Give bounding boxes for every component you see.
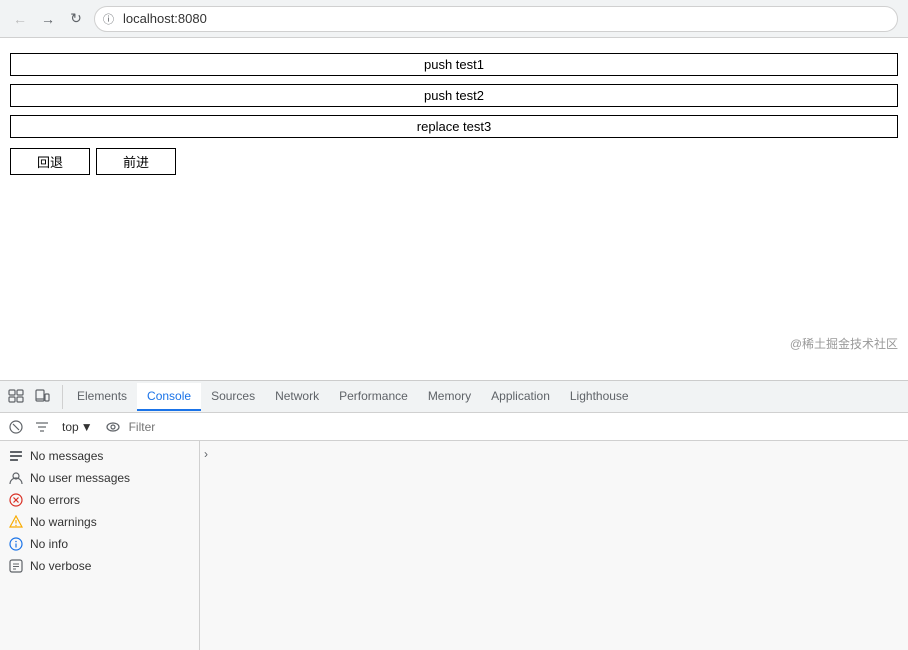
forward-button[interactable]: → bbox=[38, 9, 58, 29]
tab-console[interactable]: Console bbox=[137, 383, 201, 411]
sidebar-item-warnings-label: No warnings bbox=[30, 515, 97, 529]
tab-elements[interactable]: Elements bbox=[67, 383, 137, 411]
inspect-element-button[interactable] bbox=[4, 385, 28, 409]
sidebar-item-errors[interactable]: No errors bbox=[0, 489, 199, 511]
push-test2-button[interactable]: push test2 bbox=[10, 84, 898, 107]
back-button[interactable]: ← bbox=[10, 9, 30, 29]
sidebar-item-errors-label: No errors bbox=[30, 493, 80, 507]
console-toolbar: top ▼ bbox=[0, 413, 908, 441]
console-prompt-icon[interactable]: › bbox=[204, 447, 208, 461]
device-toolbar-button[interactable] bbox=[30, 385, 54, 409]
context-label: top bbox=[62, 420, 79, 434]
push-test1-button[interactable]: push test1 bbox=[10, 53, 898, 76]
watermark: @稀土掘金技术社区 bbox=[790, 335, 898, 352]
secure-icon: ⓘ bbox=[103, 11, 114, 27]
refresh-button[interactable]: ↻ bbox=[66, 9, 86, 29]
sidebar-item-messages-label: No messages bbox=[30, 449, 103, 463]
filter-input[interactable] bbox=[129, 420, 902, 434]
tab-memory[interactable]: Memory bbox=[418, 383, 481, 411]
sidebar-item-info-label: No info bbox=[30, 537, 68, 551]
messages-icon bbox=[8, 448, 24, 464]
eye-icon-button[interactable] bbox=[103, 417, 123, 437]
browser-chrome: ← → ↻ ⓘ localhost:8080 bbox=[0, 0, 908, 38]
console-sidebar: No messages No user messages bbox=[0, 441, 200, 650]
tab-sources[interactable]: Sources bbox=[201, 383, 265, 411]
page-area: push test1 push test2 replace test3 回退 前… bbox=[0, 38, 908, 380]
user-icon bbox=[8, 470, 24, 486]
tab-application[interactable]: Application bbox=[481, 383, 560, 411]
address-bar[interactable]: ⓘ localhost:8080 bbox=[94, 6, 898, 32]
nav-buttons: 回退 前进 bbox=[10, 148, 898, 175]
filter-button[interactable] bbox=[32, 417, 52, 437]
back-nav-button[interactable]: 回退 bbox=[10, 148, 90, 175]
sidebar-item-verbose[interactable]: No verbose bbox=[0, 555, 199, 577]
sidebar-item-verbose-label: No verbose bbox=[30, 559, 91, 573]
page-content: push test1 push test2 replace test3 回退 前… bbox=[0, 38, 908, 190]
replace-test3-button[interactable]: replace test3 bbox=[10, 115, 898, 138]
tab-lighthouse[interactable]: Lighthouse bbox=[560, 383, 639, 411]
url-text: localhost:8080 bbox=[123, 11, 207, 26]
context-dropdown[interactable]: top ▼ bbox=[58, 418, 97, 436]
tab-performance[interactable]: Performance bbox=[329, 383, 418, 411]
devtools-panel: Elements Console Sources Network Perform… bbox=[0, 380, 908, 650]
tab-network[interactable]: Network bbox=[265, 383, 329, 411]
sidebar-item-info[interactable]: No info bbox=[0, 533, 199, 555]
sidebar-item-warnings[interactable]: No warnings bbox=[0, 511, 199, 533]
sidebar-item-user-messages[interactable]: No user messages bbox=[0, 467, 199, 489]
error-icon bbox=[8, 492, 24, 508]
chevron-down-icon: ▼ bbox=[81, 420, 93, 434]
sidebar-item-user-messages-label: No user messages bbox=[30, 471, 130, 485]
devtools-tabbar: Elements Console Sources Network Perform… bbox=[0, 381, 908, 413]
forward-nav-button[interactable]: 前进 bbox=[96, 148, 176, 175]
clear-console-button[interactable] bbox=[6, 417, 26, 437]
console-content: No messages No user messages bbox=[0, 441, 908, 650]
sidebar-item-messages[interactable]: No messages bbox=[0, 445, 199, 467]
devtools-icons bbox=[4, 385, 63, 409]
console-main: › bbox=[200, 441, 908, 650]
info-icon bbox=[8, 536, 24, 552]
verbose-icon bbox=[8, 558, 24, 574]
warning-icon bbox=[8, 514, 24, 530]
